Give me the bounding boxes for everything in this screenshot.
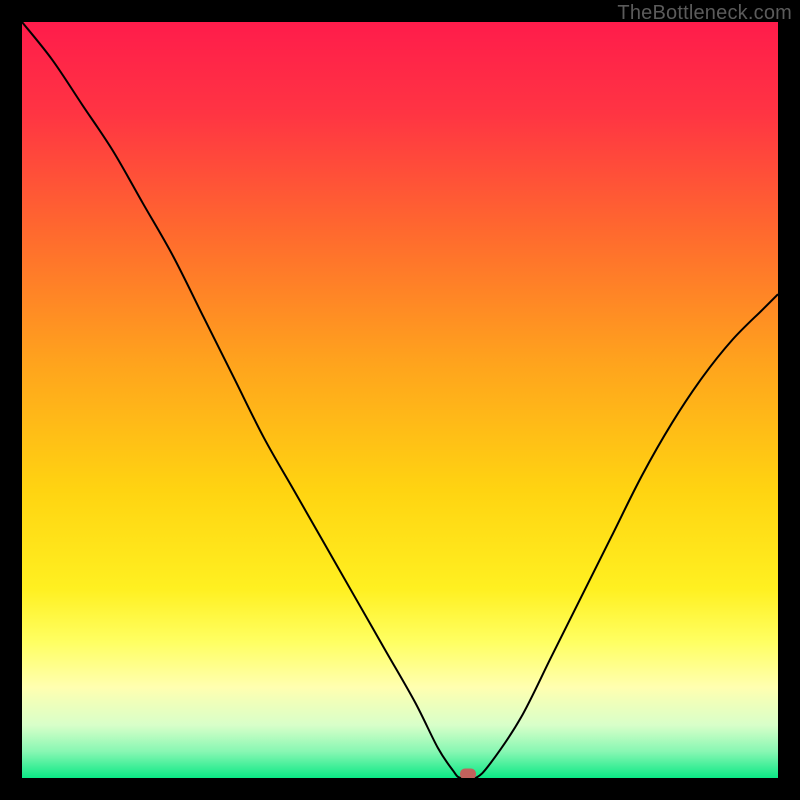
bottleneck-curve: [22, 22, 778, 778]
chart-frame: TheBottleneck.com: [0, 0, 800, 800]
plot-area: [22, 22, 778, 778]
optimum-marker: [460, 769, 476, 778]
